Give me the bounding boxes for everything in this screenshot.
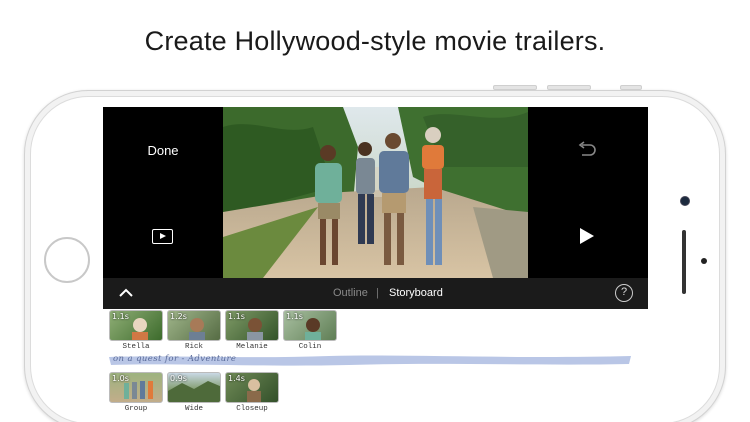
clip-label: Rick	[184, 343, 203, 351]
clip-label: Melanie	[236, 343, 268, 351]
clip-duration: 1.1s	[228, 312, 245, 321]
earpiece-speaker	[682, 230, 686, 294]
home-button[interactable]	[44, 237, 90, 283]
proximity-sensor	[701, 258, 707, 264]
clip-label: Stella	[122, 343, 150, 351]
volume-down-button	[547, 85, 591, 90]
clip-thumbnail: 1.1s	[283, 310, 337, 341]
clip-label: Group	[124, 405, 148, 413]
mute-switch	[620, 85, 642, 90]
video-preview	[223, 107, 528, 278]
clip-thumbnail: 1.4s	[225, 372, 279, 403]
done-button[interactable]: Done	[133, 143, 193, 158]
segment-divider: |	[376, 287, 379, 299]
clip-thumbnail: 1.1s	[109, 310, 163, 341]
play-trailer-button[interactable]	[580, 228, 594, 244]
clip-duration: 0.9s	[170, 374, 187, 383]
clip-duration: 1.1s	[286, 312, 303, 321]
storyboard-clip[interactable]: 1.2s Rick	[167, 310, 221, 351]
clip-label: Colin	[298, 343, 322, 351]
storyboard-clip[interactable]: 1.1s Colin	[283, 310, 337, 351]
clip-duration: 1.2s	[170, 312, 187, 321]
clip-thumbnail: 1.2s	[167, 310, 221, 341]
headline: Create Hollywood-style movie trailers.	[144, 26, 606, 56]
clip-label: Wide	[184, 405, 203, 413]
clip-thumbnail: 1.1s	[225, 310, 279, 341]
front-camera	[680, 196, 690, 206]
undo-icon[interactable]	[576, 141, 598, 159]
storyboard-clip[interactable]: 1.1s Melanie	[225, 310, 279, 351]
storyboard-clip[interactable]: 1.4s Closeup	[225, 372, 279, 413]
help-icon[interactable]: ?	[615, 284, 633, 302]
storyboard-clip[interactable]: 0.9s Wide	[167, 372, 221, 413]
storyboard-panel: 1.1s Stella 1.2s Rick 1.1s Melanie 1.1s …	[103, 309, 648, 415]
clip-label: Closeup	[236, 405, 268, 413]
clip-thumbnail: 1.0s	[109, 372, 163, 403]
imovie-screen: Done Outline | Storyboard ? 1.1s Stella …	[103, 107, 648, 415]
tab-storyboard[interactable]: Storyboard	[389, 287, 443, 299]
play-icon[interactable]	[152, 229, 173, 244]
title-card-text[interactable]: on a quest for - Adventure	[113, 354, 236, 364]
clip-duration: 1.0s	[112, 374, 129, 383]
storyboard-clip[interactable]: 1.1s Stella	[109, 310, 163, 351]
clip-duration: 1.4s	[228, 374, 245, 383]
storyboard-clip[interactable]: 1.0s Group	[109, 372, 163, 413]
clip-duration: 1.1s	[112, 312, 129, 321]
tab-outline[interactable]: Outline	[333, 287, 368, 299]
mode-toolbar: Outline | Storyboard ?	[103, 278, 648, 309]
volume-up-button	[493, 85, 537, 90]
chevron-up-icon[interactable]	[117, 287, 135, 299]
clip-thumbnail: 0.9s	[167, 372, 221, 403]
